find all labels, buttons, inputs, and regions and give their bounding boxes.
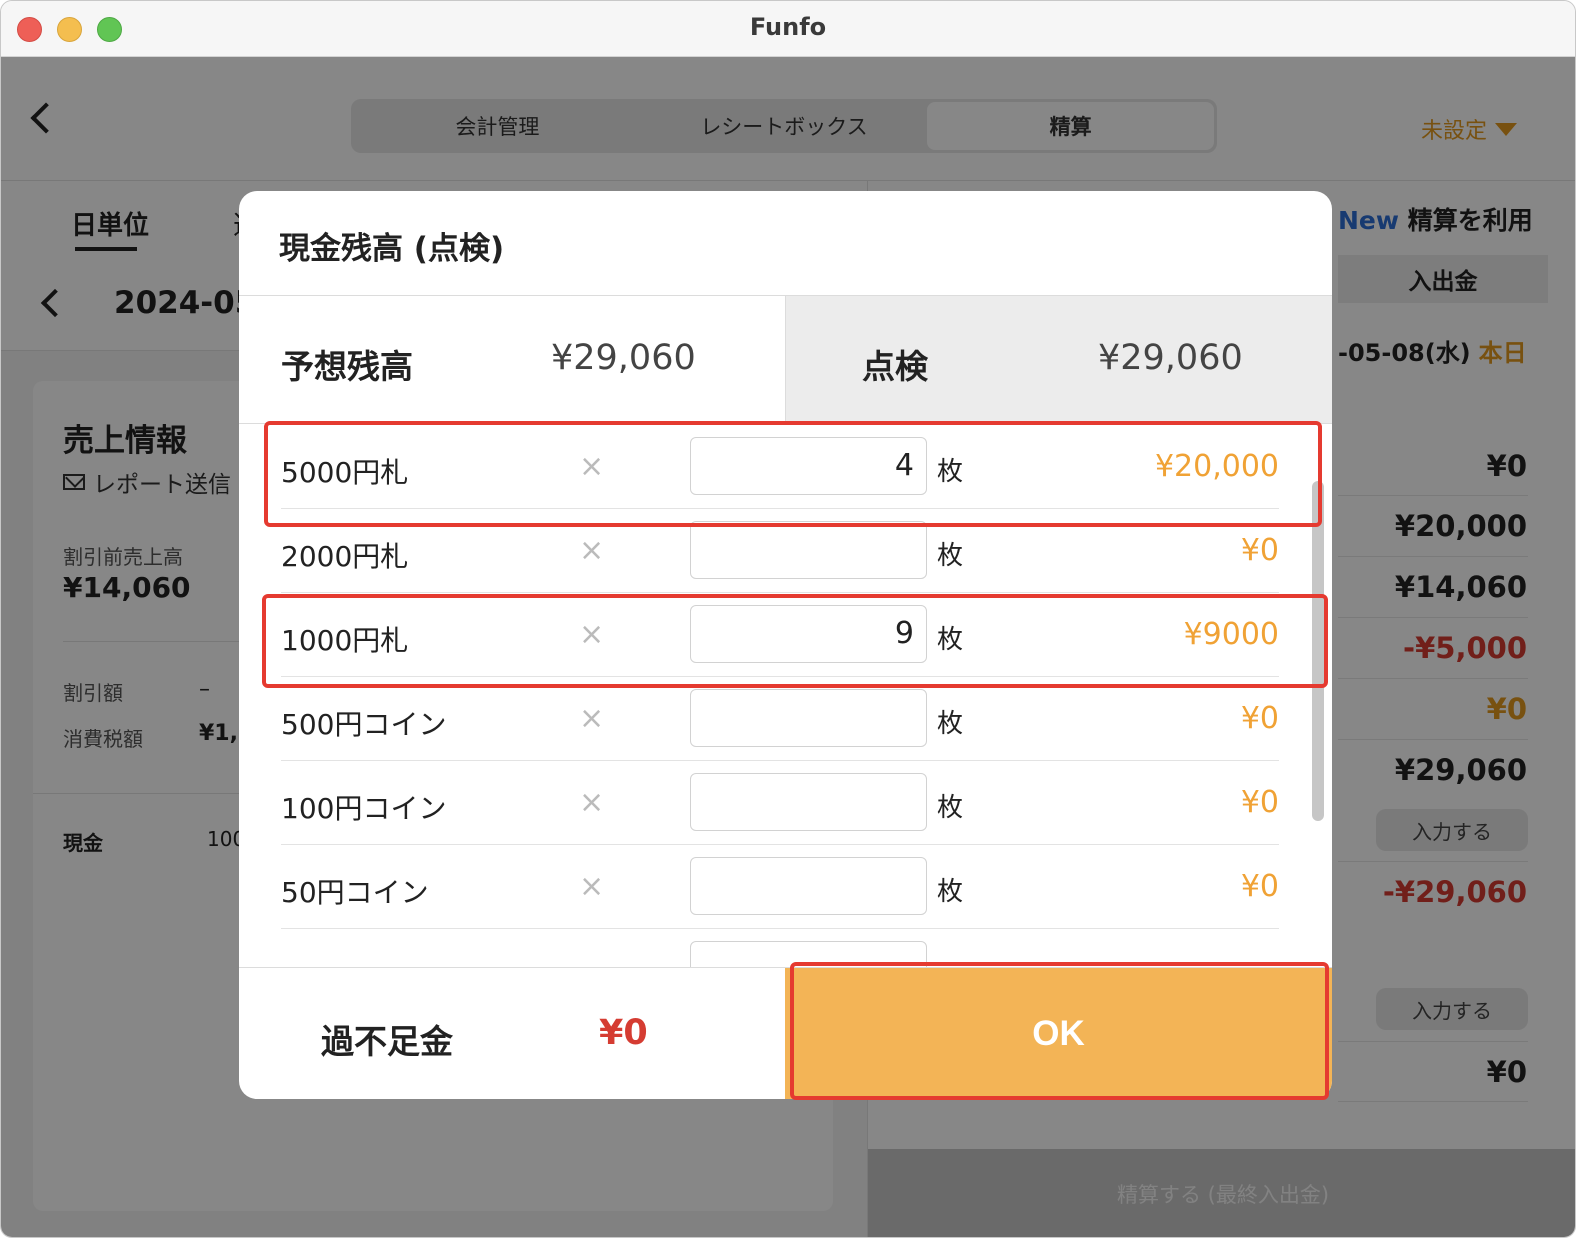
- check-balance-label: 点検: [862, 347, 928, 386]
- denomination-label: 100円コイン: [281, 792, 447, 825]
- multiply-icon: ×: [579, 869, 605, 904]
- expected-balance-label: 予想残高: [281, 347, 413, 386]
- app-window: Funfo 会計管理 レシートボックス 精算 未設定 日単位 週 2024-05: [0, 0, 1576, 1238]
- check-balance-value: ¥29,060: [1098, 338, 1243, 378]
- denomination-label: 500円コイン: [281, 708, 447, 741]
- denomination-label: 50円コイン: [281, 876, 429, 909]
- multiply-icon: ×: [579, 533, 605, 568]
- expected-balance-value: ¥29,060: [551, 338, 696, 378]
- count-input[interactable]: [690, 773, 927, 831]
- multiply-icon: ×: [579, 701, 605, 736]
- unit-label: 枚: [937, 541, 964, 571]
- unit-label: 枚: [937, 709, 964, 739]
- shortage-value: ¥0: [599, 1013, 648, 1053]
- count-input[interactable]: [690, 689, 927, 747]
- shortage-label: 過不足金: [321, 1022, 453, 1061]
- denomination-row: 500円コイン × 枚 ¥0: [281, 677, 1279, 761]
- denomination-amount: ¥0: [1240, 869, 1279, 904]
- highlight-box-5000: [264, 421, 1322, 527]
- expected-balance-panel: 予想残高 ¥29,060: [239, 296, 785, 424]
- window-title: Funfo: [749, 13, 827, 41]
- denomination-row: 50円コイン × 枚 ¥0: [281, 845, 1279, 929]
- denomination-amount: ¥0: [1240, 533, 1279, 568]
- unit-label: 枚: [937, 793, 964, 823]
- dialog-title: 現金残高 (点検): [279, 231, 505, 267]
- denomination-row: 100円コイン × 枚 ¥0: [281, 761, 1279, 845]
- count-input[interactable]: [690, 857, 927, 915]
- count-input[interactable]: [690, 521, 927, 579]
- multiply-icon: ×: [579, 785, 605, 820]
- check-balance-panel: 点検 ¥29,060: [785, 296, 1332, 424]
- title-bar: Funfo: [1, 1, 1575, 57]
- highlight-box-1000: [262, 594, 1328, 688]
- highlight-box-ok: [790, 962, 1329, 1100]
- denomination-label: 2000円札: [281, 540, 409, 573]
- unit-label: 枚: [937, 877, 964, 907]
- denomination-amount: ¥0: [1240, 701, 1279, 736]
- denomination-amount: ¥0: [1240, 785, 1279, 820]
